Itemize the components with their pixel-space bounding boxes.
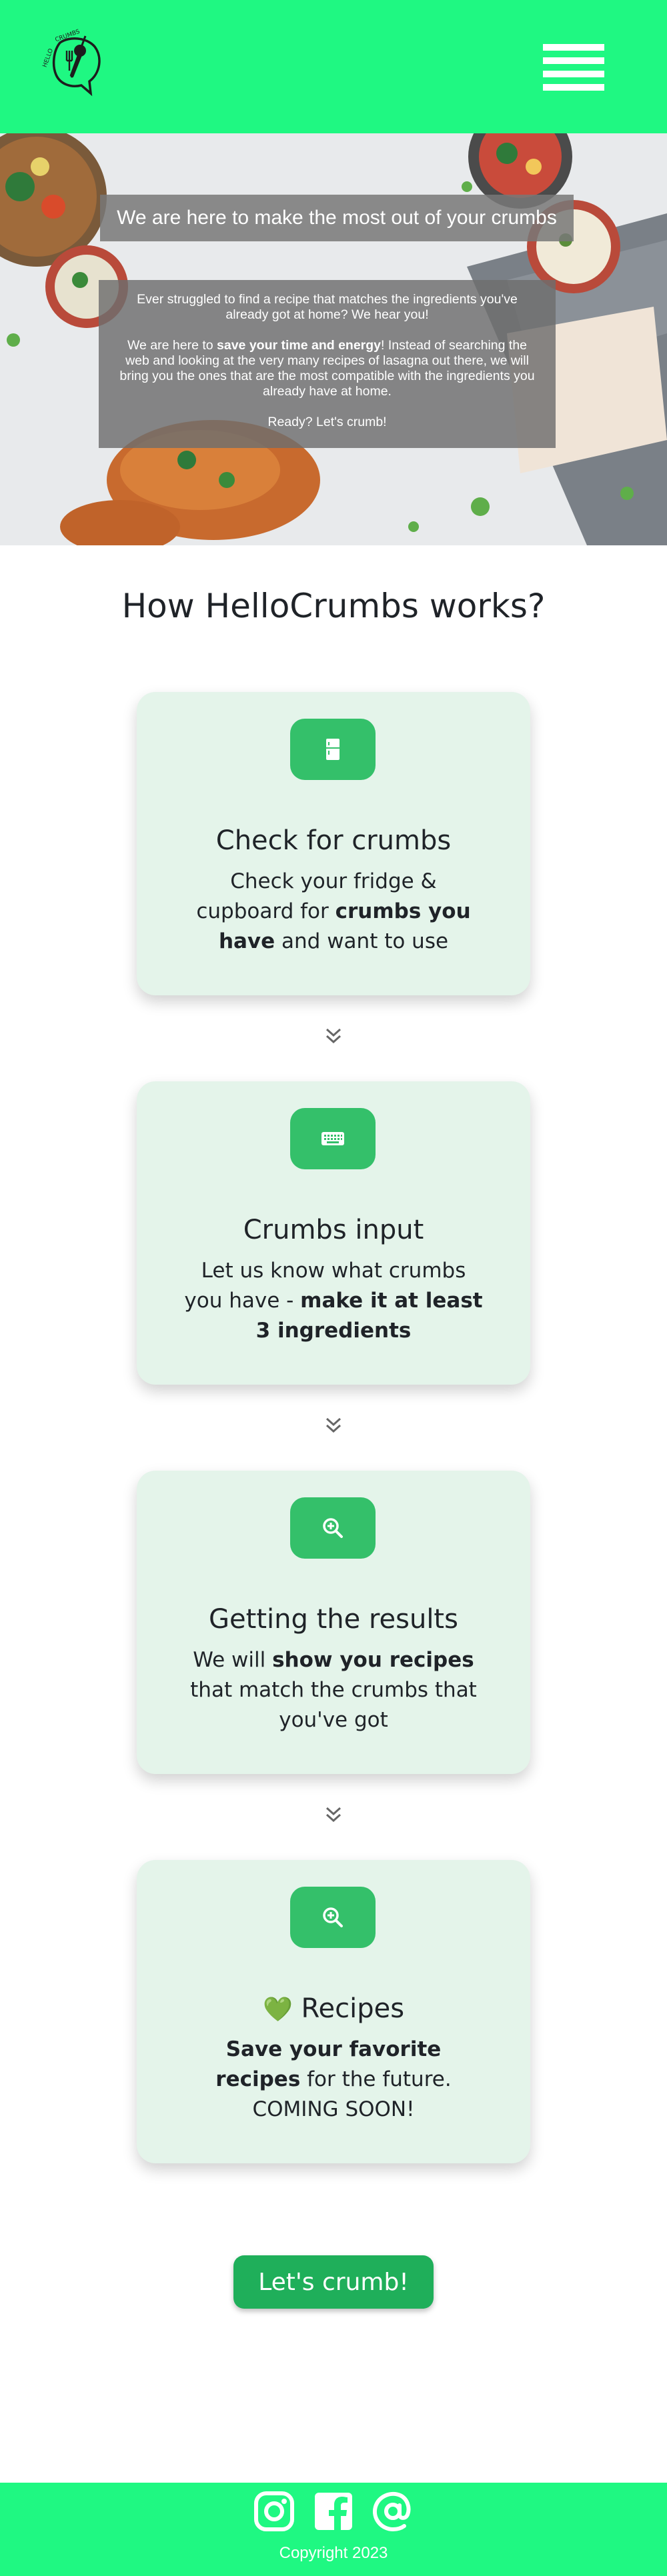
- copyright-text: Copyright 2023: [279, 2544, 388, 2562]
- step-card-check-crumbs: Check for crumbs Check your fridge & cup…: [137, 692, 530, 995]
- hero-paragraph-2: We are here to save your time and energy…: [116, 338, 538, 399]
- keyboard-icon-button[interactable]: [290, 1108, 376, 1169]
- step-text: for the future.: [300, 2067, 452, 2091]
- step-title: 💚 Recipes: [137, 1993, 530, 2024]
- zoom-in-icon: [323, 1907, 343, 1927]
- step-card-crumbs-input: Crumbs input Let us know what crumbs you…: [137, 1081, 530, 1385]
- menu-bar: [543, 44, 604, 51]
- step-emphasis: show you recipes: [272, 1648, 474, 1672]
- step-text: and want to use: [275, 929, 449, 953]
- chevron-double-down-icon: [321, 1413, 346, 1437]
- chevron-double-down-icon: [321, 1024, 346, 1048]
- coming-soon-text: COMING SOON!: [252, 2097, 415, 2121]
- site-footer: Copyright 2023: [0, 2483, 667, 2576]
- hero-section: We are here to make the most out of your…: [0, 133, 667, 545]
- zoom-in-icon-button[interactable]: [290, 1887, 376, 1948]
- step-card-getting-results: Getting the results We will show you rec…: [137, 1471, 530, 1774]
- step-description: We will show you recipes that match the …: [183, 1645, 484, 1735]
- menu-bar: [543, 84, 604, 91]
- step-description: Check your fridge & cupboard for crumbs …: [183, 867, 484, 957]
- hamburger-menu-icon[interactable]: [543, 44, 604, 92]
- lets-crumb-button[interactable]: Let's crumb!: [233, 2255, 434, 2309]
- step-title: Getting the results: [209, 1604, 458, 1635]
- step-title-text: Recipes: [301, 1993, 405, 2024]
- zoom-in-icon: [323, 1518, 343, 1538]
- keyboard-icon: [321, 1132, 344, 1145]
- zoom-in-icon-button[interactable]: [290, 1497, 376, 1559]
- step-text: that match the crumbs that you've got: [190, 1678, 477, 1732]
- step-title: Crumbs input: [243, 1215, 424, 1245]
- step-description: Let us know what crumbs you have - make …: [183, 1256, 484, 1346]
- hero-intro: Ever struggled to find a recipe that mat…: [99, 280, 556, 448]
- hero-emphasis: save your time and energy: [217, 338, 382, 353]
- at-sign-icon[interactable]: [372, 2491, 414, 2532]
- step-title: Check for crumbs: [215, 825, 452, 856]
- hero-paragraph-3: Ready? Let's crumb!: [267, 415, 387, 429]
- hero-title: We are here to make the most out of your…: [100, 195, 574, 241]
- how-it-works-title: How HelloCrumbs works?: [121, 587, 546, 625]
- step-card-recipes: 💚 Recipes Save your favorite recipes for…: [137, 1860, 530, 2163]
- menu-bar: [543, 57, 604, 64]
- instagram-icon[interactable]: [253, 2491, 295, 2532]
- step-text: We will: [193, 1648, 273, 1672]
- step-description: Save your favorite recipes for the futur…: [183, 2035, 484, 2125]
- fridge-icon: [326, 739, 340, 760]
- logo-icon: HELLO CRUMBS: [42, 29, 101, 97]
- site-header: HELLO CRUMBS: [0, 0, 667, 133]
- fridge-icon-button[interactable]: [290, 719, 376, 780]
- menu-bar: [543, 71, 604, 77]
- hero-paragraph-1: Ever struggled to find a recipe that mat…: [137, 292, 518, 322]
- chevron-double-down-icon: [321, 1803, 346, 1827]
- svg-text:CRUMBS: CRUMBS: [54, 29, 81, 44]
- green-heart-icon: 💚: [262, 1996, 293, 2023]
- facebook-icon[interactable]: [313, 2491, 354, 2532]
- hero-text: We are here to: [127, 338, 217, 353]
- hellocrumbs-logo[interactable]: HELLO CRUMBS: [40, 24, 113, 103]
